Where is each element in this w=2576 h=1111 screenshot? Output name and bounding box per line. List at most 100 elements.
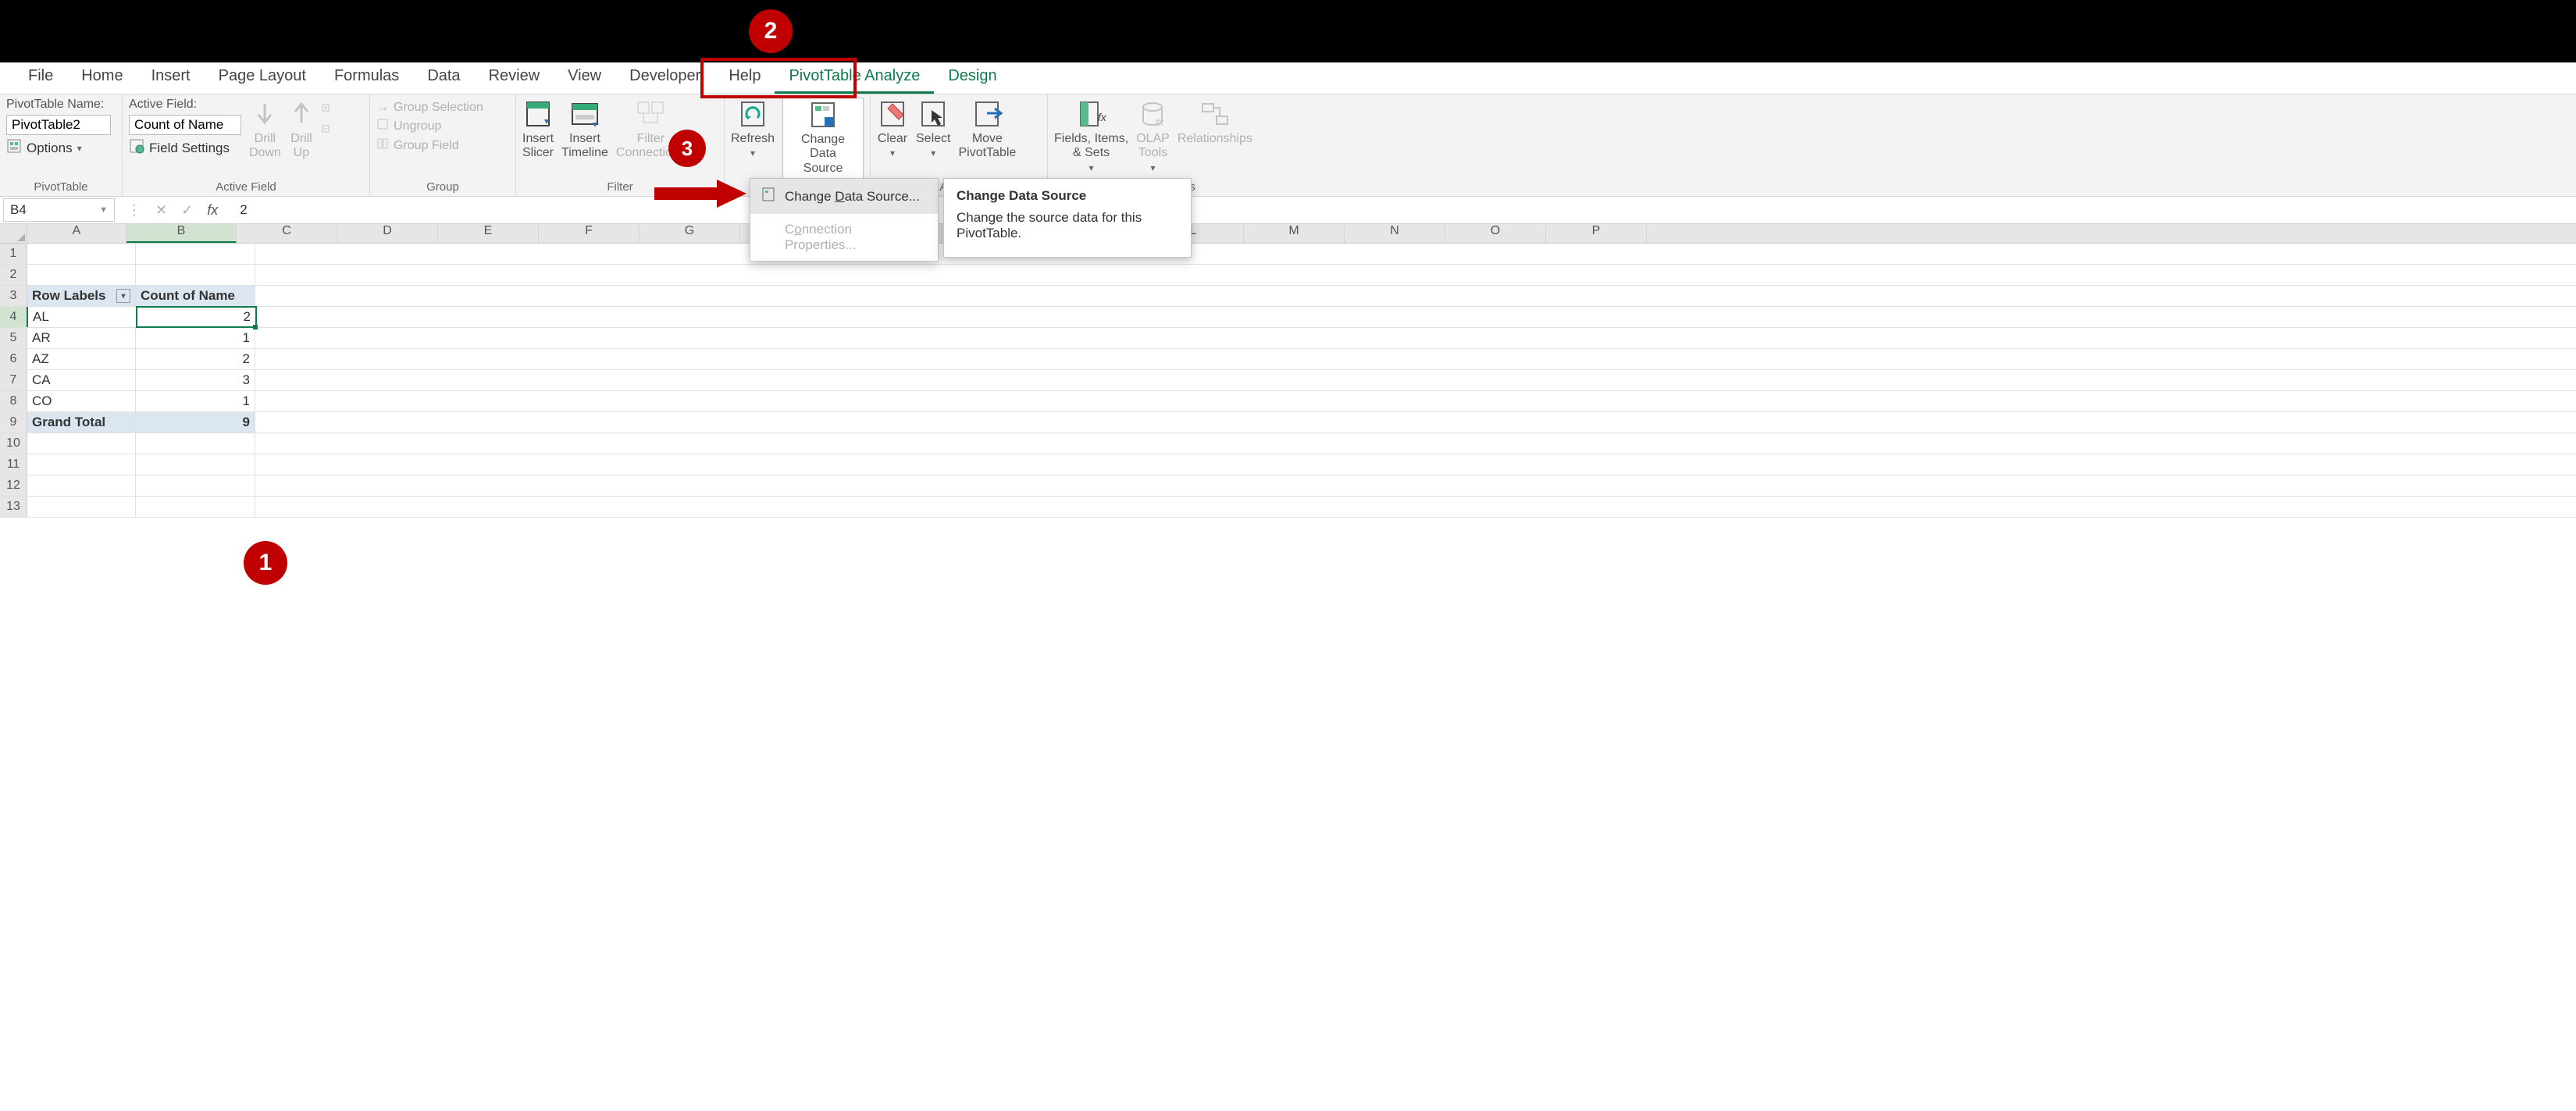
col-header-B[interactable]: B	[126, 224, 237, 243]
tab-view[interactable]: View	[554, 62, 615, 94]
pivottable-name-input[interactable]	[6, 115, 111, 135]
pivot-filter-dropdown-icon[interactable]: ▾	[116, 289, 130, 303]
row-header-8[interactable]: 8	[0, 391, 27, 411]
cell-B8[interactable]: 1	[136, 391, 255, 411]
row-header-1[interactable]: 1	[0, 244, 27, 264]
cell-B1[interactable]	[136, 244, 255, 264]
row-header-4[interactable]: 4	[0, 307, 28, 327]
tab-formulas[interactable]: Formulas	[320, 62, 413, 94]
cell-A12[interactable]	[27, 475, 136, 496]
select-button[interactable]: Select ▾	[916, 98, 950, 158]
insert-timeline-button[interactable]: InsertTimeline	[561, 98, 608, 161]
name-box[interactable]: B4 ▼	[3, 198, 115, 222]
cell-A5[interactable]: AR	[27, 328, 136, 348]
cell-A13[interactable]	[27, 497, 136, 517]
row-header-12[interactable]: 12	[0, 475, 27, 496]
cell-A9[interactable]: Grand Total	[27, 412, 136, 433]
tab-data[interactable]: Data	[413, 62, 474, 94]
tab-insert[interactable]: Insert	[137, 62, 205, 94]
tab-pivottable-analyze[interactable]: PivotTable Analyze	[775, 62, 934, 94]
cell-B7[interactable]: 3	[136, 370, 255, 390]
cell-A10[interactable]	[27, 433, 136, 454]
col-header-E[interactable]: E	[438, 224, 539, 243]
pivottable-options-button[interactable]: Options ▾	[6, 138, 82, 158]
select-all-corner[interactable]	[0, 224, 27, 243]
annotation-callout-3: 3	[668, 130, 706, 167]
col-header-G[interactable]: G	[640, 224, 740, 243]
cell-B12[interactable]	[136, 475, 255, 496]
cell-B10[interactable]	[136, 433, 255, 454]
row-header-13[interactable]: 13	[0, 497, 27, 517]
tab-developer[interactable]: Developer	[615, 62, 714, 94]
col-header-C[interactable]: C	[237, 224, 337, 243]
insert-function-icon[interactable]: fx	[207, 202, 218, 219]
col-header-F[interactable]: F	[539, 224, 640, 243]
tab-file[interactable]: File	[14, 62, 67, 94]
field-settings-icon	[129, 138, 144, 158]
cell-A1[interactable]	[27, 244, 136, 264]
clear-button[interactable]: Clear ▾	[877, 98, 908, 158]
insert-timeline-label: InsertTimeline	[561, 132, 608, 161]
change-data-source-menu-icon	[761, 187, 777, 206]
cell-B5[interactable]: 1	[136, 328, 255, 348]
fbar-enter-icon: ✓	[181, 202, 193, 219]
fbar-expand-icon[interactable]: ⋮	[127, 202, 141, 219]
row-header-3[interactable]: 3	[0, 286, 27, 306]
fields-items-sets-icon: fx	[1076, 99, 1107, 130]
field-settings-button[interactable]: Field Settings	[129, 138, 241, 158]
field-settings-label: Field Settings	[149, 141, 230, 156]
cell-B6[interactable]: 2	[136, 349, 255, 369]
row-8: 8 CO 1	[0, 391, 2576, 412]
cell-A6[interactable]: AZ	[27, 349, 136, 369]
cell-A3[interactable]: Row Labels ▾	[27, 286, 136, 306]
cell-B4[interactable]: 2	[137, 307, 256, 327]
tab-home[interactable]: Home	[67, 62, 137, 94]
cell-A4[interactable]: AL	[28, 307, 137, 327]
fields-items-sets-button[interactable]: fx Fields, Items,& Sets ▾	[1054, 98, 1128, 173]
cell-B3[interactable]: Count of Name	[136, 286, 255, 306]
formula-bar-value[interactable]: 2	[226, 202, 247, 218]
olap-tools-button: fx OLAPTools ▾	[1136, 98, 1170, 173]
row-header-7[interactable]: 7	[0, 370, 27, 390]
move-pivottable-button[interactable]: MovePivotTable	[958, 98, 1016, 161]
change-data-source-dropdown: Change Data Source... Connection Propert…	[750, 178, 939, 262]
insert-slicer-button[interactable]: InsertSlicer	[522, 98, 554, 161]
cell-B11[interactable]	[136, 454, 255, 475]
dropdown-change-data-source[interactable]: Change Data Source...	[750, 179, 938, 214]
cell-A7[interactable]: CA	[27, 370, 136, 390]
row-7: 7 CA 3	[0, 370, 2576, 391]
select-label: Select	[916, 132, 950, 146]
col-header-M[interactable]: M	[1244, 224, 1345, 243]
cell-B2[interactable]	[136, 265, 255, 285]
cell-A11[interactable]	[27, 454, 136, 475]
col-header-A[interactable]: A	[27, 224, 126, 243]
row-header-10[interactable]: 10	[0, 433, 27, 454]
tab-page-layout[interactable]: Page Layout	[205, 62, 320, 94]
active-field-input[interactable]	[129, 115, 241, 135]
row-header-5[interactable]: 5	[0, 328, 27, 348]
cell-A2[interactable]	[27, 265, 136, 285]
insert-slicer-label: InsertSlicer	[522, 132, 554, 161]
col-header-O[interactable]: O	[1445, 224, 1546, 243]
col-header-N[interactable]: N	[1345, 224, 1445, 243]
tab-help[interactable]: Help	[714, 62, 775, 94]
cell-B13[interactable]	[136, 497, 255, 517]
refresh-button[interactable]: Refresh ▾	[731, 98, 775, 158]
row-header-2[interactable]: 2	[0, 265, 27, 285]
tooltip-title: Change Data Source	[957, 188, 1178, 204]
change-data-source-icon	[807, 100, 839, 131]
title-bar-black: 2	[0, 0, 2576, 62]
tab-design[interactable]: Design	[934, 62, 1010, 94]
row-header-9[interactable]: 9	[0, 412, 27, 433]
col-header-D[interactable]: D	[337, 224, 438, 243]
row-header-11[interactable]: 11	[0, 454, 27, 475]
col-header-P[interactable]: P	[1546, 224, 1647, 243]
chevron-down-icon: ▼	[99, 205, 108, 215]
group-label-active-field: Active Field	[129, 179, 363, 196]
change-data-source-button[interactable]: Change DataSource ▾	[782, 98, 864, 191]
tab-review[interactable]: Review	[475, 62, 554, 94]
row-3: 3 Row Labels ▾ Count of Name	[0, 286, 2576, 307]
row-header-6[interactable]: 6	[0, 349, 27, 369]
cell-A8[interactable]: CO	[27, 391, 136, 411]
cell-B9[interactable]: 9	[136, 412, 255, 433]
